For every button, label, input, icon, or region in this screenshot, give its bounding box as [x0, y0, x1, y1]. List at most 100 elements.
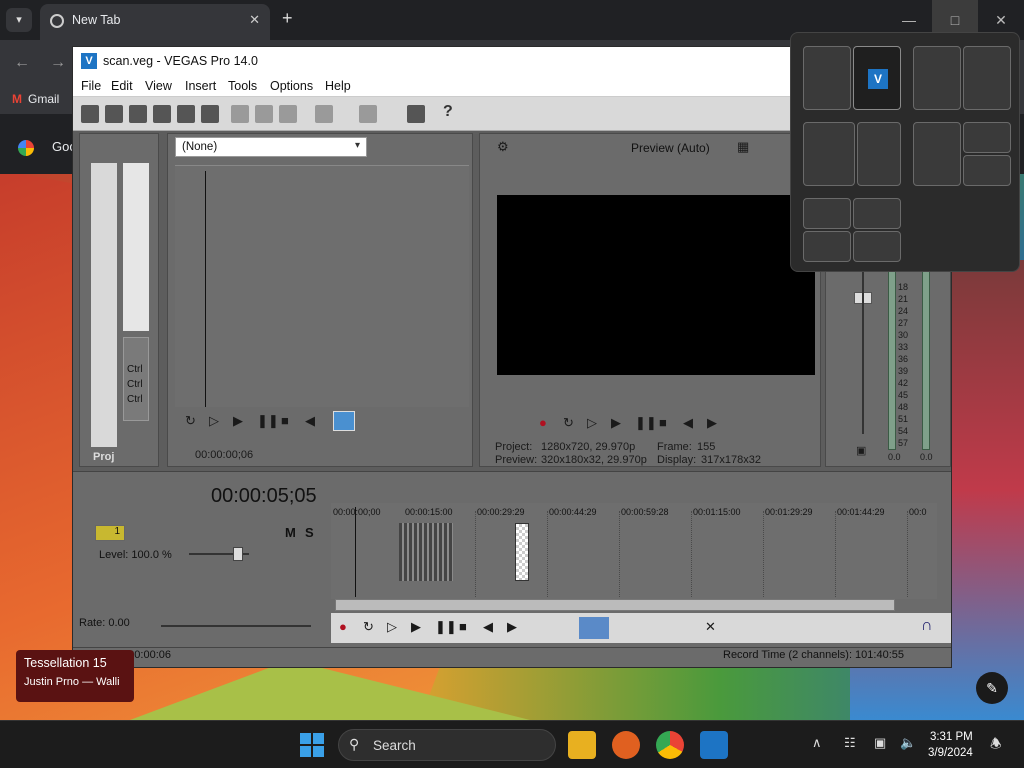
snap-zone[interactable]: [803, 198, 851, 229]
snap-zone[interactable]: [963, 155, 1011, 186]
snap-zone[interactable]: [857, 122, 901, 186]
new-project-icon[interactable]: [81, 105, 99, 123]
snap-zone[interactable]: [803, 231, 851, 262]
display-icon[interactable]: ▣: [874, 735, 886, 751]
preview-quality-dropdown[interactable]: Preview (Auto): [631, 141, 710, 155]
snap-zone[interactable]: [913, 46, 961, 110]
menu-edit[interactable]: Edit: [111, 79, 133, 93]
chrome-icon[interactable]: [656, 731, 684, 759]
snap-layouts-flyout: V: [790, 32, 1020, 272]
pen-icon[interactable]: ✎: [976, 672, 1008, 704]
save-icon[interactable]: [129, 105, 147, 123]
bookmark-gmail[interactable]: M Gmail: [12, 92, 59, 106]
snap-zone[interactable]: [803, 122, 855, 186]
preview-play-from-start-icon[interactable]: ▷: [587, 415, 597, 431]
properties-gear-icon[interactable]: [201, 105, 219, 123]
menu-tools[interactable]: Tools: [228, 79, 257, 93]
tab-close-icon[interactable]: ✕: [249, 12, 260, 28]
menu-file[interactable]: File: [81, 79, 101, 93]
tab-project-media[interactable]: Proj: [91, 449, 131, 467]
open-icon[interactable]: [105, 105, 123, 123]
menu-options[interactable]: Options: [270, 79, 313, 93]
snap-zone-highlighted[interactable]: V: [853, 46, 901, 110]
transparent-clip-event[interactable]: [515, 523, 529, 581]
go-to-start-icon[interactable]: ◀: [305, 413, 315, 429]
preview-pause-icon[interactable]: ❚❚: [635, 415, 657, 431]
timeline-stop-icon[interactable]: ■: [459, 619, 467, 634]
record-icon[interactable]: ●: [539, 415, 547, 430]
timeline-play-icon[interactable]: ▶: [411, 619, 421, 635]
preview-next-icon[interactable]: ▶: [707, 415, 717, 431]
rate-slider[interactable]: [161, 625, 311, 627]
snap-zone[interactable]: [963, 46, 1011, 110]
track-solo-button[interactable]: S: [305, 525, 314, 540]
system-clock[interactable]: 3:31 PM 3/9/2024: [928, 729, 973, 761]
cut-icon[interactable]: [231, 105, 249, 123]
file-explorer-icon[interactable]: [568, 731, 596, 759]
stop-icon[interactable]: ■: [281, 413, 289, 428]
play-from-start-icon[interactable]: ▷: [209, 413, 219, 429]
forward-icon[interactable]: →: [50, 54, 66, 72]
meter-scale-label: 57: [898, 438, 909, 448]
fx-icon[interactable]: [407, 105, 425, 123]
trimmer-time: 00:00:00;06: [195, 449, 254, 461]
timeline-pause-icon[interactable]: ❚❚: [435, 619, 457, 635]
meter-scale-label: 30: [898, 330, 909, 340]
whats-this-help-icon[interactable]: ?: [443, 103, 453, 121]
network-icon[interactable]: ☷: [844, 735, 856, 751]
lock-icon[interactable]: ▣: [856, 444, 866, 457]
timeline-record-icon[interactable]: ●: [339, 619, 347, 634]
add-to-timeline-icon[interactable]: [333, 411, 355, 431]
paste-icon[interactable]: [279, 105, 297, 123]
notification-bell-icon[interactable]: 🕭: [990, 735, 1002, 757]
undo-icon[interactable]: [315, 105, 333, 123]
snap-zone[interactable]: [853, 198, 901, 229]
master-fader-track: [862, 254, 864, 434]
snap-zone[interactable]: [803, 46, 851, 110]
fx-preset-dropdown[interactable]: (None) ▾: [175, 137, 367, 157]
snap-zone[interactable]: [853, 231, 901, 262]
vegas-taskbar-icon[interactable]: [700, 731, 728, 759]
menu-help[interactable]: Help: [325, 79, 351, 93]
browser-tab[interactable]: New Tab ✕: [40, 4, 270, 40]
snap-zone[interactable]: [913, 122, 961, 186]
taskbar-search[interactable]: ⚲ Search: [338, 729, 556, 761]
back-icon[interactable]: ←: [14, 54, 30, 72]
timeline-go-end-icon[interactable]: ▶: [507, 619, 517, 635]
tab-search-button[interactable]: ▾: [6, 8, 32, 32]
preview-properties-gear-icon[interactable]: ⚙: [497, 139, 509, 155]
track-level-thumb[interactable]: [233, 547, 243, 561]
preview-play-icon[interactable]: ▶: [611, 415, 621, 431]
timeline-loop-icon[interactable]: ↻: [363, 619, 374, 635]
redo-icon[interactable]: [359, 105, 377, 123]
track-mute-button[interactable]: M: [285, 525, 296, 540]
timeline-go-start-icon[interactable]: ◀: [483, 619, 493, 635]
firefox-icon[interactable]: [612, 731, 640, 759]
preview-stop-icon[interactable]: ■: [659, 415, 667, 430]
google-shortcut[interactable]: Goo: [18, 139, 77, 156]
timeline-horizontal-scrollbar[interactable]: [335, 599, 895, 611]
copy-icon[interactable]: [255, 105, 273, 123]
snapping-magnet-icon[interactable]: ∩: [921, 617, 933, 635]
start-windows-icon[interactable]: [300, 733, 324, 757]
menu-insert[interactable]: Insert: [185, 79, 216, 93]
loop-icon[interactable]: ↻: [185, 413, 196, 429]
chevron-up-icon[interactable]: ∧: [812, 735, 822, 751]
timeline-play-from-start-icon[interactable]: ▷: [387, 619, 397, 635]
preview-loop-icon[interactable]: ↻: [563, 415, 574, 431]
play-icon[interactable]: ▶: [233, 413, 243, 429]
volume-muted-icon[interactable]: 🔈: [900, 735, 916, 751]
normal-edit-tool-icon[interactable]: [579, 617, 609, 639]
new-tab-button[interactable]: +: [282, 8, 293, 29]
timeline-cursor[interactable]: [355, 507, 356, 597]
render-icon[interactable]: [177, 105, 195, 123]
snap-zone[interactable]: [963, 122, 1011, 153]
now-playing-widget[interactable]: Tessellation 15 Justin Prno — Walli: [16, 650, 134, 702]
preview-prev-icon[interactable]: ◀: [683, 415, 693, 431]
delete-icon[interactable]: ✕: [705, 619, 716, 635]
menu-view[interactable]: View: [145, 79, 172, 93]
save-as-icon[interactable]: [153, 105, 171, 123]
grid-overlay-icon[interactable]: ▦: [737, 139, 749, 155]
pause-icon[interactable]: ❚❚: [257, 413, 279, 429]
video-clip-events[interactable]: [399, 523, 453, 581]
